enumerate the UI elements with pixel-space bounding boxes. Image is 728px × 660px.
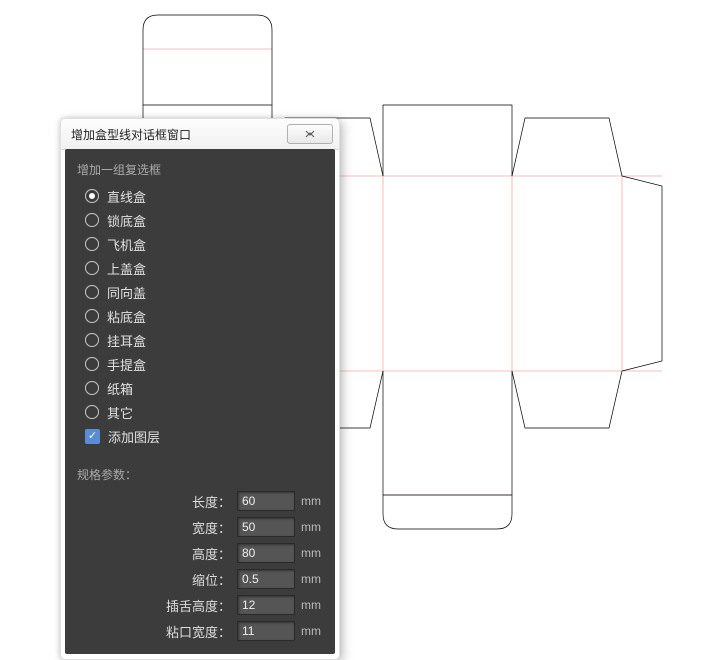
box-type-option-5[interactable]: 粘底盒 <box>85 306 323 326</box>
unit-label: mm <box>301 624 323 638</box>
close-icon <box>303 130 317 138</box>
param-input-1[interactable] <box>237 517 295 537</box>
param-row-2: 高度： mm <box>77 543 323 563</box>
box-type-option-6[interactable]: 挂耳盒 <box>85 330 323 350</box>
add-box-dialog: 增加盒型线对话框窗口 增加一组复选框 直线盒锁底盒飞机盒上盖盒同向盖粘底盒挂耳盒… <box>60 118 340 660</box>
box-type-option-4[interactable]: 同向盖 <box>85 282 323 302</box>
option-label: 挂耳盒 <box>107 331 146 350</box>
option-label: 飞机盒 <box>107 235 146 254</box>
param-label: 宽度： <box>192 518 231 537</box>
option-label: 上盖盒 <box>107 259 146 278</box>
options-group-label: 增加一组复选框 <box>77 161 323 178</box>
param-row-0: 长度： mm <box>77 491 323 511</box>
radio-icon[interactable] <box>85 189 99 203</box>
params-section: 规格参数： 长度： mm 宽度： mm 高度： mm 缩位： mm 插舌高度： mm 粘口宽度： mm <box>77 466 323 641</box>
radio-icon[interactable] <box>85 381 99 395</box>
params-list: 长度： mm 宽度： mm 高度： mm 缩位： mm 插舌高度： mm 粘口宽度： mm <box>77 491 323 641</box>
radio-icon[interactable] <box>85 285 99 299</box>
radio-icon[interactable] <box>85 309 99 323</box>
radio-icon[interactable] <box>85 357 99 371</box>
box-type-option-7[interactable]: 手提盒 <box>85 354 323 374</box>
option-label: 锁底盒 <box>107 211 146 230</box>
unit-label: mm <box>301 598 323 612</box>
dialog-body: 增加一组复选框 直线盒锁底盒飞机盒上盖盒同向盖粘底盒挂耳盒手提盒纸箱其它 添加图… <box>65 149 335 654</box>
box-type-option-9[interactable]: 其它 <box>85 402 323 422</box>
add-layer-checkbox-row[interactable]: 添加图层 <box>85 426 323 446</box>
param-input-5[interactable] <box>237 621 295 641</box>
radio-icon[interactable] <box>85 261 99 275</box>
param-label: 长度： <box>192 492 231 511</box>
box-type-option-2[interactable]: 飞机盒 <box>85 234 323 254</box>
param-input-3[interactable] <box>237 569 295 589</box>
param-label: 插舌高度： <box>166 596 231 615</box>
box-type-option-1[interactable]: 锁底盒 <box>85 210 323 230</box>
dialog-close-button[interactable] <box>287 124 333 144</box>
param-input-2[interactable] <box>237 543 295 563</box>
param-label: 粘口宽度： <box>166 622 231 641</box>
option-label: 纸箱 <box>107 379 133 398</box>
param-label: 缩位： <box>192 570 231 589</box>
param-row-4: 插舌高度： mm <box>77 595 323 615</box>
param-row-3: 缩位： mm <box>77 569 323 589</box>
unit-label: mm <box>301 572 323 586</box>
unit-label: mm <box>301 546 323 560</box>
unit-label: mm <box>301 520 323 534</box>
option-label: 手提盒 <box>107 355 146 374</box>
param-row-5: 粘口宽度： mm <box>77 621 323 641</box>
box-type-option-0[interactable]: 直线盒 <box>85 186 323 206</box>
option-label: 其它 <box>107 403 133 422</box>
box-type-options: 直线盒锁底盒飞机盒上盖盒同向盖粘底盒挂耳盒手提盒纸箱其它 <box>77 186 323 422</box>
add-layer-checkbox[interactable] <box>85 429 100 444</box>
radio-icon[interactable] <box>85 213 99 227</box>
option-label: 直线盒 <box>107 187 146 206</box>
dialog-titlebar[interactable]: 增加盒型线对话框窗口 <box>61 119 339 150</box>
param-row-1: 宽度： mm <box>77 517 323 537</box>
radio-icon[interactable] <box>85 237 99 251</box>
option-label: 同向盖 <box>107 283 146 302</box>
param-label: 高度： <box>192 544 231 563</box>
param-input-4[interactable] <box>237 595 295 615</box>
params-label: 规格参数： <box>77 466 323 483</box>
param-input-0[interactable] <box>237 491 295 511</box>
box-type-option-8[interactable]: 纸箱 <box>85 378 323 398</box>
add-layer-label: 添加图层 <box>108 427 160 446</box>
radio-icon[interactable] <box>85 405 99 419</box>
unit-label: mm <box>301 494 323 508</box>
box-type-option-3[interactable]: 上盖盒 <box>85 258 323 278</box>
dialog-title-text: 增加盒型线对话框窗口 <box>71 126 191 143</box>
option-label: 粘底盒 <box>107 307 146 326</box>
radio-icon[interactable] <box>85 333 99 347</box>
